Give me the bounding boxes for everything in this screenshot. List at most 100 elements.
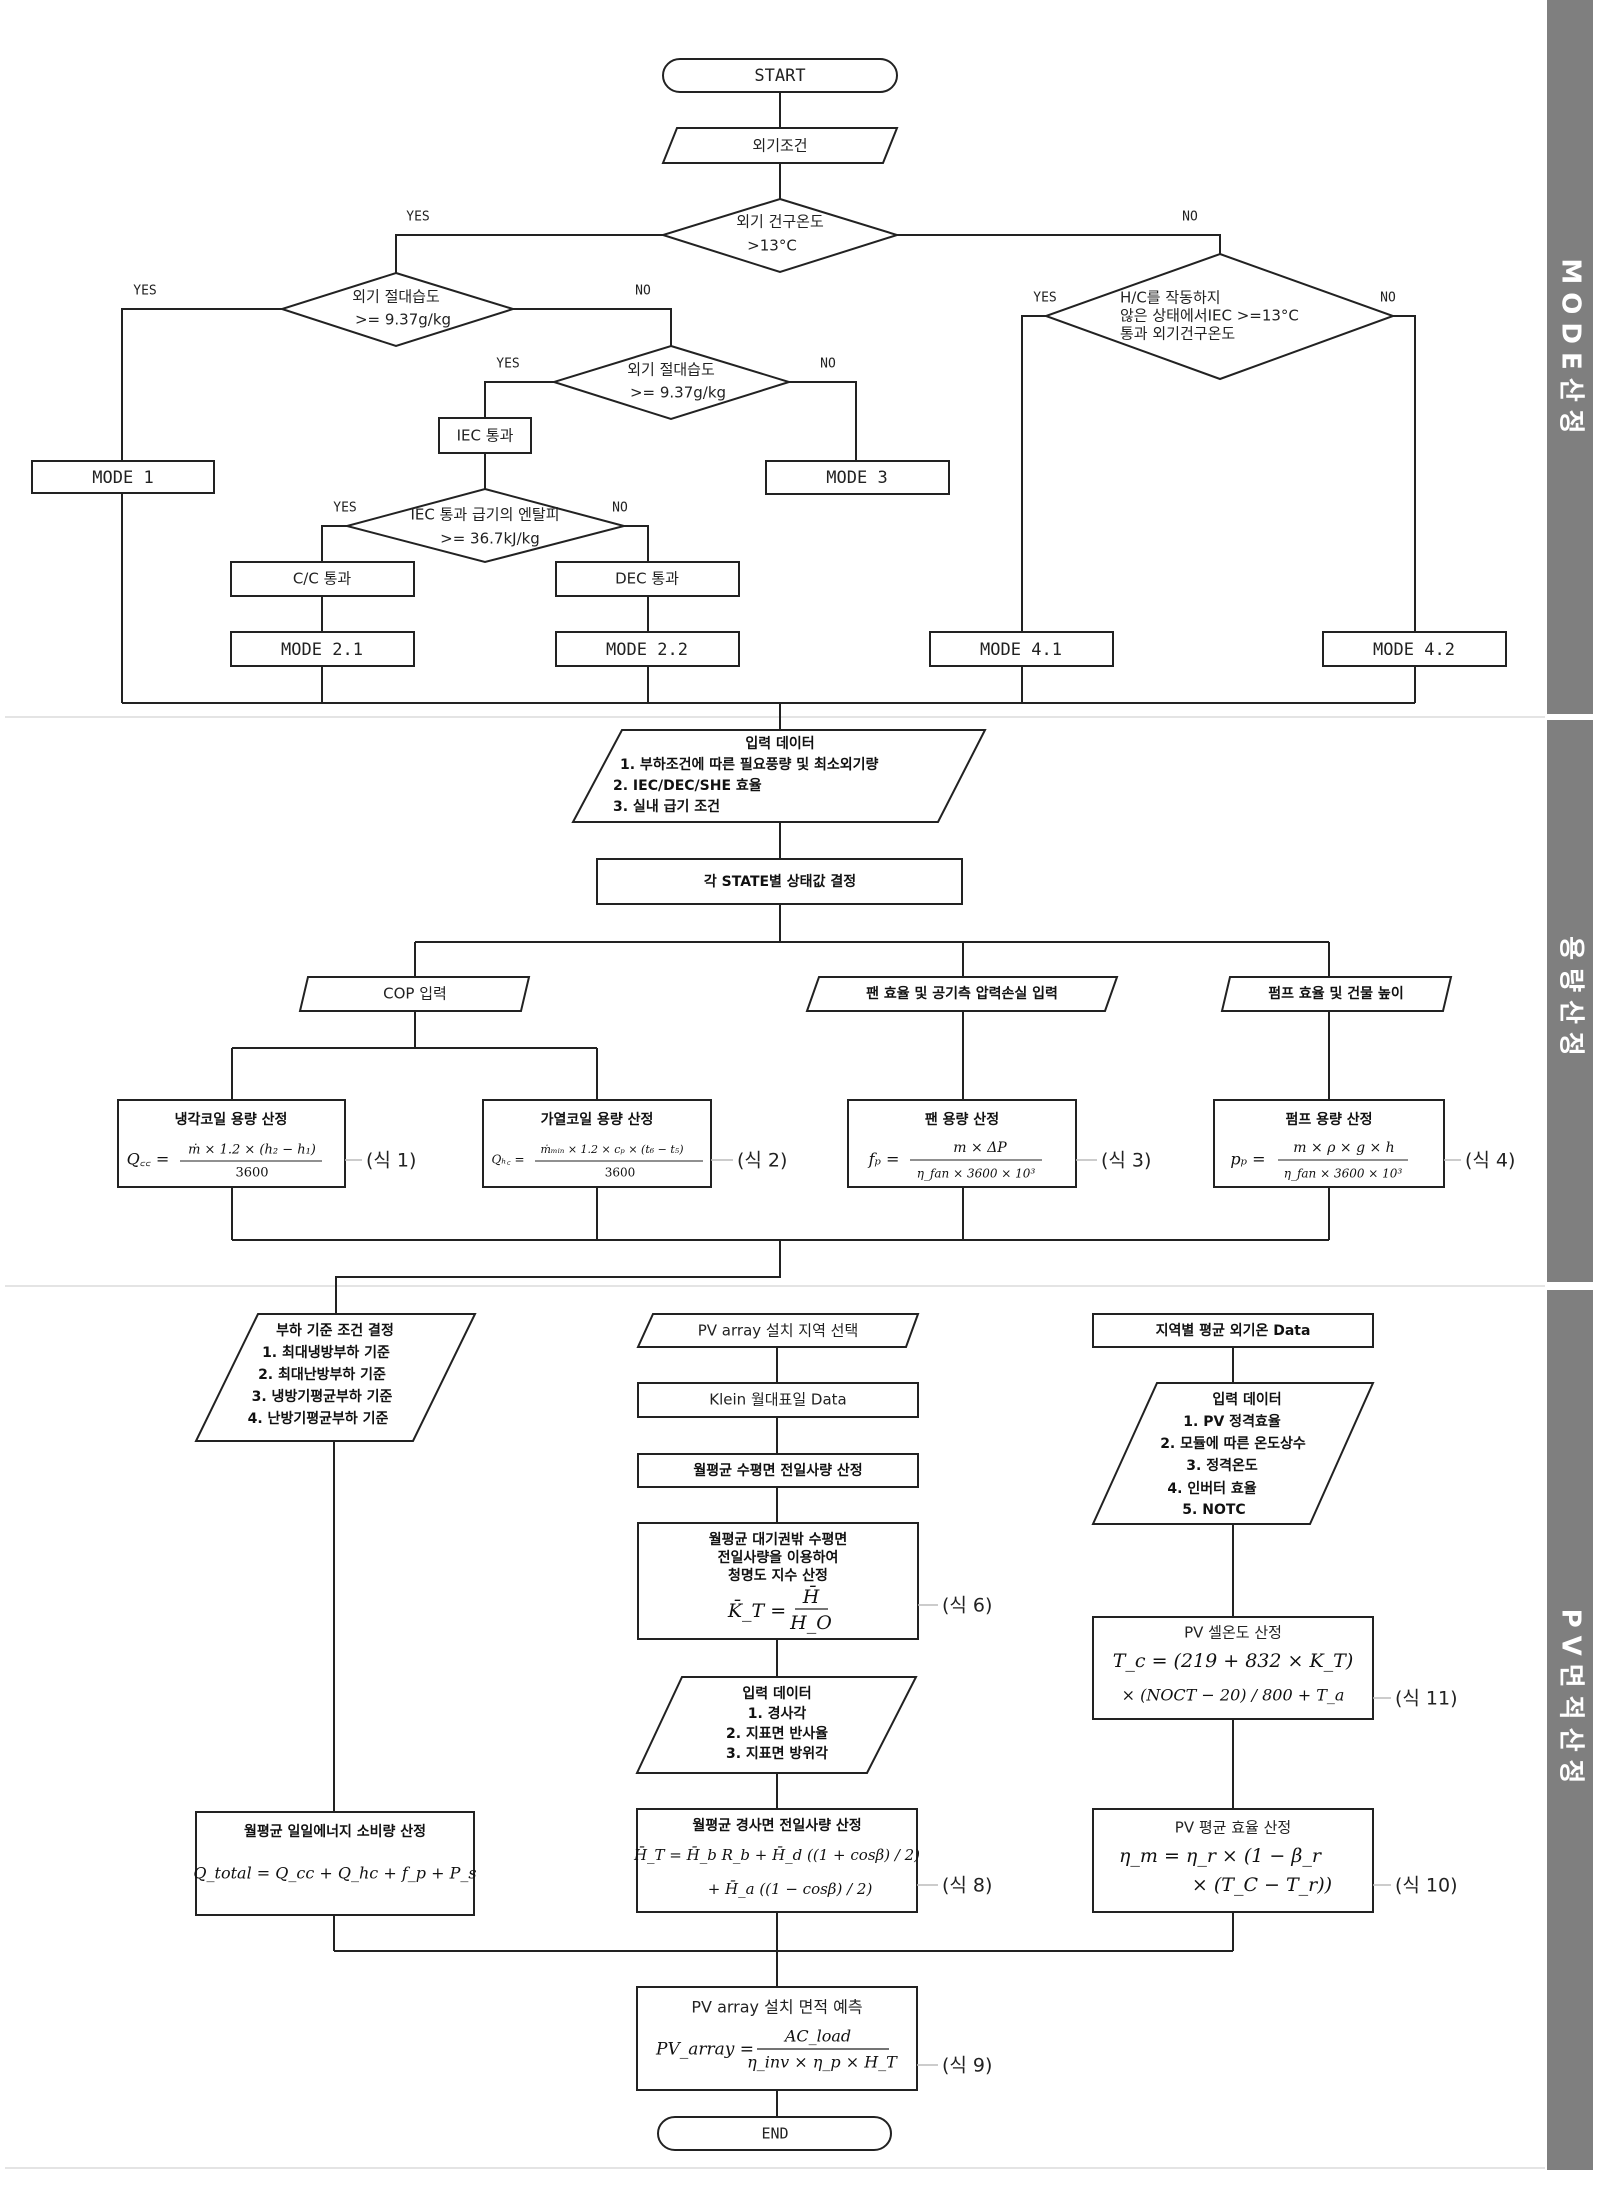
- svg-text:fₚ =: fₚ =: [868, 1150, 900, 1169]
- svg-text:η_fan × 3600 × 10³: η_fan × 3600 × 10³: [1284, 1167, 1403, 1181]
- svg-text:외기조건: 외기조건: [752, 137, 807, 155]
- svg-text:PV 셀온도 산정: PV 셀온도 산정: [1184, 1624, 1282, 1642]
- no-label: NO: [635, 284, 651, 299]
- svg-text:DEC 통과: DEC 통과: [615, 570, 679, 588]
- cooling-coil-box: 냉각코일 용량 산정 Q꜀꜀ = ṁ × 1.2 × (h₂ − h₁) 360…: [117, 1099, 346, 1188]
- svg-text:H/C를 작동하지: H/C를 작동하지: [1120, 289, 1221, 307]
- load-condition-input: 부하 기준 조건 결정 1. 최대냉방부하 기준 2. 최대난방부하 기준 3.…: [194, 1313, 477, 1442]
- fan-input: 팬 효율 및 공기측 압력손실 입력: [805, 976, 1119, 1012]
- svg-text:AC_load: AC_load: [783, 2027, 851, 2046]
- pump-input: 펌프 효율 및 건물 높이: [1220, 976, 1453, 1012]
- svg-text:H_O: H_O: [789, 1612, 832, 1634]
- cop-input: COP 입력: [298, 976, 531, 1012]
- yes-label: YES: [333, 501, 356, 516]
- svg-text:4. 인버터 효율: 4. 인버터 효율: [1167, 1480, 1256, 1497]
- svg-text:통과 외기건구온도: 통과 외기건구온도: [1120, 325, 1235, 343]
- svg-text:5. NOTC: 5. NOTC: [1182, 1502, 1245, 1518]
- svg-text:3. 지표면 방위각: 3. 지표면 방위각: [726, 1745, 828, 1762]
- svg-text:PV array 설치 지역 선택: PV array 설치 지역 선택: [698, 1322, 859, 1340]
- svg-text:m × ΔP: m × ΔP: [953, 1140, 1007, 1156]
- cell-temp-box: PV 셀온도 산정 T_c = (219 + 832 × K_T) × (NOC…: [1092, 1616, 1374, 1720]
- svg-text:1. 경사각: 1. 경사각: [748, 1705, 807, 1722]
- svg-text:외기 절대습도: 외기 절대습도: [627, 361, 715, 379]
- equation-ref-8: (식 8): [942, 1875, 992, 1897]
- svg-text:H̄: H̄: [802, 1585, 820, 1608]
- svg-text:C/C 통과: C/C 통과: [293, 570, 352, 588]
- svg-text:외기 건구온도: 외기 건구온도: [736, 213, 824, 231]
- outdoor-condition-input: 외기조건: [661, 127, 899, 164]
- svg-text:PV array 설치 면적 예측: PV array 설치 면적 예측: [691, 1998, 862, 2017]
- svg-text:4. 난방기평균부하 기준: 4. 난방기평균부하 기준: [248, 1410, 389, 1427]
- svg-text:입력 데이터: 입력 데이터: [742, 1685, 811, 1702]
- equation-ref-3: (식 3): [1101, 1150, 1151, 1172]
- svg-text:m × ρ × g × h: m × ρ × g × h: [1293, 1140, 1394, 1156]
- no-label: NO: [1182, 210, 1198, 225]
- svg-text:+ H̄_a ((1 − cosβ) / 2): + H̄_a ((1 − cosβ) / 2): [708, 1880, 873, 1898]
- svg-text:월평균 수평면 전일사량 산정: 월평균 수평면 전일사량 산정: [693, 1462, 862, 1479]
- svg-text:1. PV 정격효율: 1. PV 정격효율: [1183, 1413, 1281, 1430]
- svg-text:η_fan × 3600 × 10³: η_fan × 3600 × 10³: [917, 1167, 1036, 1181]
- section-label-mode: MODE산정: [1556, 258, 1586, 441]
- svg-text:START: START: [754, 66, 805, 86]
- svg-text:PV_array =: PV_array =: [655, 2040, 754, 2060]
- svg-text:3. 실내 급기 조건: 3. 실내 급기 조건: [613, 798, 720, 815]
- svg-text:가열코일 용량 산정: 가열코일 용량 산정: [541, 1111, 654, 1128]
- svg-text:>13°C: >13°C: [747, 237, 797, 255]
- equation-ref-4: (식 4): [1465, 1150, 1515, 1172]
- tilt-input-data: 입력 데이터 1. 경사각 2. 지표면 반사율 3. 지표면 방위각: [635, 1676, 918, 1774]
- svg-text:COP 입력: COP 입력: [383, 985, 447, 1003]
- svg-text:Q꜀꜀ =: Q꜀꜀ =: [127, 1150, 170, 1169]
- pv-efficiency-box: PV 평균 효율 산정 η_m = η_r × (1 − β_r × (T_C …: [1092, 1808, 1374, 1913]
- svg-text:PV 평균 효율 산정: PV 평균 효율 산정: [1175, 1819, 1291, 1837]
- svg-text:전일사량을 이용하여: 전일사량을 이용하여: [718, 1549, 839, 1566]
- svg-text:Q_total = Q_cc + Q_hc + f_p +: Q_total = Q_cc + Q_hc + f_p + P_s: [193, 1864, 476, 1883]
- equation-ref-11: (식 11): [1395, 1688, 1458, 1710]
- svg-text:월평균 대기권밖 수평면: 월평균 대기권밖 수평면: [709, 1531, 848, 1548]
- svg-text:3. 정격온도: 3. 정격온도: [1186, 1457, 1258, 1474]
- outdoor-temp-data-box: 지역별 평균 외기온 Data: [1092, 1313, 1374, 1348]
- svg-text:MODE 4.2: MODE 4.2: [1373, 640, 1455, 660]
- iec-pass-box: IEC 통과: [438, 417, 532, 454]
- start-terminal: START: [662, 58, 898, 93]
- svg-text:외기 절대습도: 외기 절대습도: [352, 288, 440, 306]
- horizontal-irradiation-box: 월평균 수평면 전일사량 산정: [637, 1453, 919, 1488]
- decision-abs-humidity-1: 외기 절대습도 >= 9.37g/kg: [278, 271, 517, 348]
- svg-text:청명도 지수 산정: 청명도 지수 산정: [728, 1567, 828, 1584]
- svg-text:MODE 2.2: MODE 2.2: [606, 640, 688, 660]
- no-label: NO: [820, 357, 836, 372]
- yes-label: YES: [406, 210, 429, 225]
- mode-3-box: MODE 3: [765, 460, 950, 495]
- svg-text:MODE 1: MODE 1: [92, 468, 153, 488]
- equation-ref-1: (식 1): [366, 1150, 416, 1172]
- yes-label: YES: [133, 284, 156, 299]
- no-label: NO: [1380, 291, 1396, 306]
- decision-drybulb-temp: 외기 건구온도 >13°C: [659, 197, 901, 274]
- fan-capacity-box: 팬 용량 산정 fₚ = m × ΔP η_fan × 3600 × 10³: [847, 1099, 1077, 1188]
- mode-1-box: MODE 1: [31, 460, 215, 494]
- equation-ref-10: (식 10): [1395, 1875, 1458, 1897]
- svg-text:ṁ × 1.2 × (h₂ − h₁): ṁ × 1.2 × (h₂ − h₁): [188, 1143, 316, 1158]
- pv-site-select-input: PV array 설치 지역 선택: [636, 1313, 920, 1348]
- section-label-pv: PV면적산정: [1556, 1609, 1586, 1792]
- svg-text:냉각코일 용량 산정: 냉각코일 용량 산정: [175, 1111, 288, 1128]
- mode-4-1-box: MODE 4.1: [929, 631, 1114, 667]
- pv-input-data: 입력 데이터 1. PV 정격효율 2. 모듈에 따른 온도상수 3. 정격온도…: [1091, 1382, 1375, 1525]
- svg-text:2. 모듈에 따른 온도상수: 2. 모듈에 따른 온도상수: [1160, 1436, 1306, 1452]
- decision-enthalpy: IEC 통과 급기의 엔탈피 >= 36.7kJ/kg: [343, 487, 628, 564]
- mode-2-1-box: MODE 2.1: [230, 631, 415, 667]
- svg-text:ṁₘᵢₙ × 1.2 × cₚ × (t₆ − t₅): ṁₘᵢₙ × 1.2 × cₚ × (t₆ − t₅): [541, 1143, 684, 1156]
- svg-text:팬 용량 산정: 팬 용량 산정: [925, 1111, 999, 1128]
- mode-4-2-box: MODE 4.2: [1322, 631, 1507, 667]
- svg-text:>= 36.7kJ/kg: >= 36.7kJ/kg: [440, 530, 540, 548]
- svg-text:>= 9.37g/kg: >= 9.37g/kg: [355, 311, 451, 329]
- svg-text:지역별 평균 외기온 Data: 지역별 평균 외기온 Data: [1156, 1322, 1311, 1339]
- svg-text:× (NOCT − 20) / 800 + T_a: × (NOCT − 20) / 800 + T_a: [1122, 1686, 1345, 1705]
- svg-text:월평균 경사면 전일사량 산정: 월평균 경사면 전일사량 산정: [692, 1817, 861, 1834]
- svg-text:입력 데이터: 입력 데이터: [745, 735, 814, 752]
- svg-text:Qₕ꜀ =: Qₕ꜀ =: [491, 1153, 524, 1167]
- pump-capacity-box: 펌프 용량 산정 pₚ = m × ρ × g × h η_fan × 3600…: [1213, 1099, 1445, 1188]
- svg-text:부하 기준 조건 결정: 부하 기준 조건 결정: [276, 1322, 394, 1339]
- svg-text:IEC 통과 급기의 엔탈피: IEC 통과 급기의 엔탈피: [410, 506, 559, 524]
- svg-text:pₚ =: pₚ =: [1230, 1150, 1265, 1169]
- svg-text:>= 9.37g/kg: >= 9.37g/kg: [630, 384, 726, 402]
